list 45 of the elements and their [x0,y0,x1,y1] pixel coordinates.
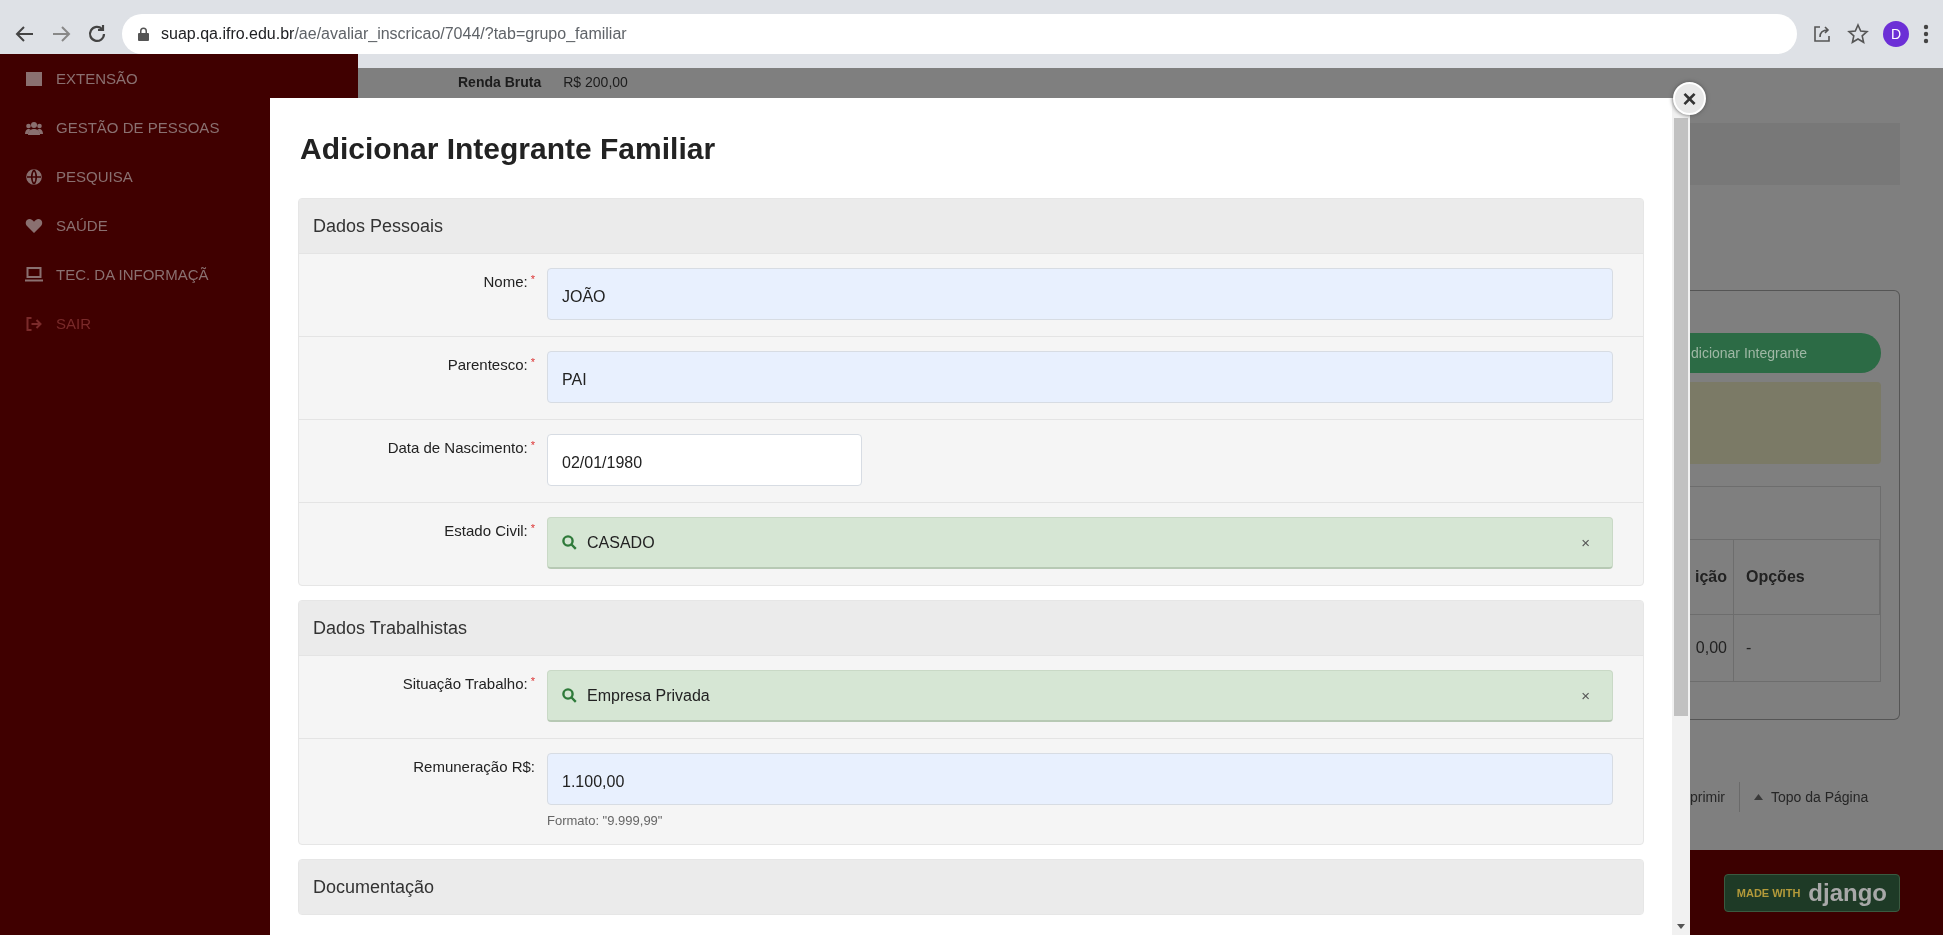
section-title: Dados Trabalhistas [299,601,1643,655]
add-member-button[interactable]: dicionar Integrante [1689,333,1881,373]
globe-icon [24,168,44,185]
search-icon [562,688,577,703]
table-cell-text: - [1745,638,1753,658]
field-label: Situação Trabalho: * [401,674,535,694]
reload-icon[interactable] [86,23,108,45]
date-field[interactable]: 02/01/1980 [547,434,862,486]
profile-avatar[interactable]: D [1883,21,1909,47]
field-label: Parentesco: * [446,355,535,375]
top-of-page-link[interactable]: Topo da Página [1771,789,1869,805]
modal-title: Adicionar Integrante Familiar [300,132,717,166]
star-icon[interactable] [1847,23,1869,45]
lock-icon [138,27,149,41]
heart-icon [24,218,44,233]
text-field[interactable]: PAI [547,351,1613,403]
summary-label: Renda Bruta [458,74,542,90]
laptop-icon [24,267,44,282]
text-field[interactable]: 1.100,00 [547,753,1613,805]
search-icon [562,535,577,550]
field-label: Estado Civil: * [443,521,535,541]
print-link[interactable]: primir [1690,789,1725,805]
sidebar-item[interactable]: EXTENSÃO [24,54,358,103]
field-label: Nome: * [482,272,535,292]
people-icon [24,120,44,135]
section-title: Documentação [299,860,1643,914]
text-field[interactable]: JOÃO [547,268,1613,320]
address-bar[interactable]: suap.qa.ifro.edu.br/ae/avaliar_inscricao/7044/?tab=grupo_familiar [122,14,1797,54]
section-title: Dados Pessoais [299,199,1643,253]
field-label: Remuneração R$: [412,757,535,777]
column-header: Opções [1734,540,1880,615]
made-with-badge[interactable]: MADE WITH django [1723,873,1900,912]
share-icon[interactable] [1811,23,1833,45]
summary-value: R$ 200,00 [563,74,628,90]
grid-icon [24,71,44,86]
scroll-down-icon[interactable] [1677,924,1685,929]
help-text: Formato: "9.999,99" [547,813,664,828]
caret-up-icon [1754,794,1763,800]
menu-icon[interactable] [1923,24,1929,44]
sign-out-icon [24,316,44,331]
url-text: suap.qa.ifro.edu.br/ae/avaliar_inscricao/7044/?tab=grupo_familiar [161,25,627,43]
select-field[interactable]: Empresa Privada × [547,670,1613,722]
field-label: Data de Nascimento: * [386,438,535,458]
select-field[interactable]: CASADO × [547,517,1613,569]
sidebar-item[interactable]: TEC. DA INFORMAÇÃ [24,250,358,299]
